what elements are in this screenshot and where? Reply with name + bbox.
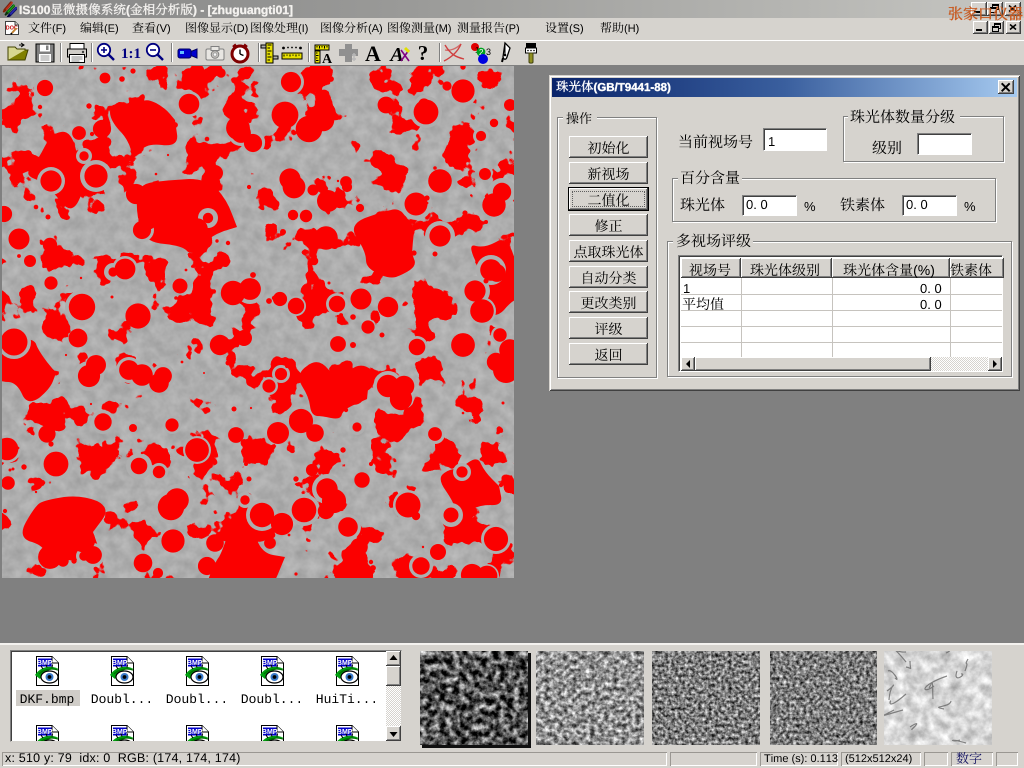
svg-text:BMP: BMP [187,660,203,667]
svg-text:BMP: BMP [262,660,278,667]
svg-text:BMP: BMP [112,729,128,736]
svg-text:3: 3 [486,47,491,57]
svg-text:BMP: BMP [37,729,53,736]
svg-text:?: ? [418,41,429,65]
svg-text:A: A [388,44,403,65]
svg-text:BMP: BMP [37,660,53,667]
svg-text:BMP: BMP [187,729,203,736]
svg-text:1:1: 1:1 [121,46,141,62]
svg-text:BMP: BMP [337,729,353,736]
svg-text:A: A [365,41,381,65]
svg-text:BMP: BMP [337,660,353,667]
svg-text:BMP: BMP [262,729,278,736]
svg-text:BMP: BMP [112,660,128,667]
svg-text:A: A [322,52,333,65]
